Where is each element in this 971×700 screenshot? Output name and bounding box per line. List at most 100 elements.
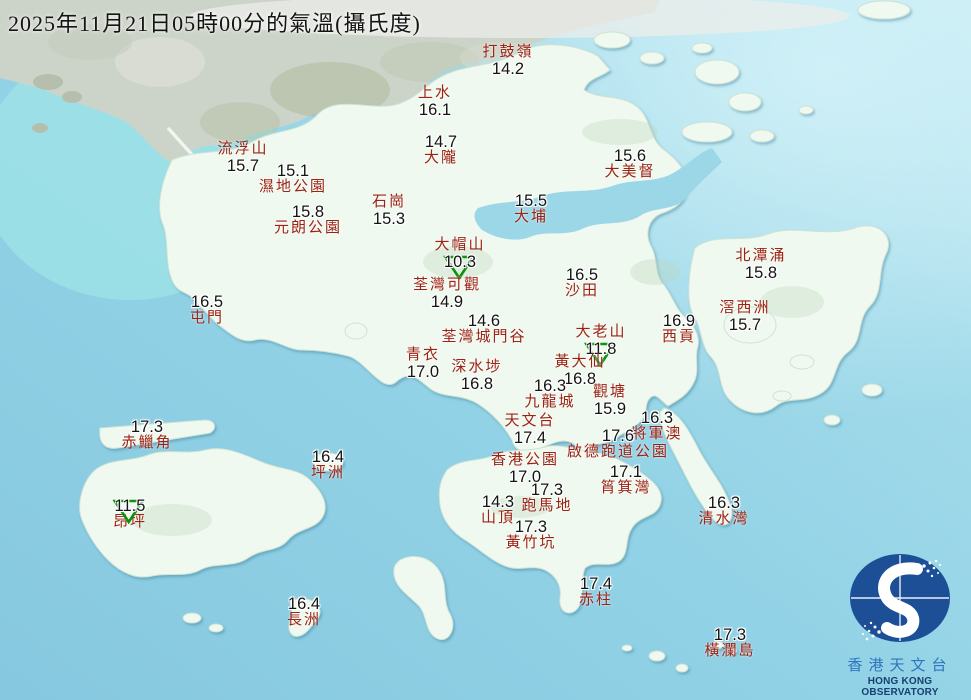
station-name-label: 石崗 xyxy=(371,194,407,210)
station-temperature-value: 14.7 xyxy=(424,133,458,151)
station-name-label: 西貢 xyxy=(661,329,697,346)
station-name-label: 九龍城 xyxy=(524,394,576,411)
weather-station: 天文台 17.4 xyxy=(504,413,555,447)
station-value-wrap: 16.4 xyxy=(311,448,345,466)
weather-station: 大帽山 10.3 xyxy=(434,237,486,280)
station-name-label: 觀塘 xyxy=(592,384,628,400)
station-value-wrap: 15.8 xyxy=(292,203,324,221)
station-temperature-value: 15.1 xyxy=(276,162,310,180)
station-name-label: 流浮山 xyxy=(217,141,269,157)
weather-station: 14.7 大隴 xyxy=(424,133,458,167)
station-name-label: 坪洲 xyxy=(310,465,346,482)
station-name-label: 屯門 xyxy=(189,310,225,327)
weather-station: 15.1 濕地公園 xyxy=(259,162,327,196)
weather-station: 15.5 大埔 xyxy=(514,192,548,226)
station-temperature-value: 15.7 xyxy=(728,315,762,334)
station-temperature-value: 17.3 xyxy=(514,518,548,536)
station-name-label: 深水埗 xyxy=(451,359,503,375)
weather-station: 17.3 橫瀾島 xyxy=(704,626,756,660)
station-temperature-value: 16.9 xyxy=(662,312,696,330)
station-name-label: 北潭涌 xyxy=(735,248,787,264)
station-value-wrap: 17.6 xyxy=(601,427,635,445)
weather-station: 青衣 17.0 xyxy=(406,347,440,381)
station-temperature-value: 16.8 xyxy=(460,374,494,393)
station-name-label: 赤柱 xyxy=(578,592,614,609)
weather-station: 荃灣可觀 14.9 xyxy=(412,277,482,311)
station-temperature-value: 16.5 xyxy=(565,266,599,284)
station-name-label: 啟德跑道公園 xyxy=(566,444,670,461)
station-value-wrap: 14.2 xyxy=(492,60,524,78)
weather-station: 16.4 長洲 xyxy=(286,595,322,629)
station-value-wrap: 17.1 xyxy=(609,463,643,481)
station-name-label: 清水灣 xyxy=(698,511,750,528)
weather-station: 15.8 元朗公園 xyxy=(273,203,343,237)
station-name-label: 大帽山 xyxy=(434,237,486,253)
weather-station: 觀塘 15.9 xyxy=(592,384,628,418)
station-value-wrap: 14.9 xyxy=(431,293,463,311)
weather-station: 打鼓嶺 14.2 xyxy=(482,44,534,78)
weather-station: 17.6 啟德跑道公園 xyxy=(566,427,670,461)
station-value-wrap: 16.1 xyxy=(418,100,452,119)
station-temperature-value: 16.4 xyxy=(287,595,321,613)
station-value-wrap: 11.5 xyxy=(112,497,146,524)
hko-logo-chinese-name: 香港天文台 xyxy=(847,658,953,674)
station-name-label: 赤鱲角 xyxy=(121,435,173,452)
station-temperature-value: 15.6 xyxy=(613,147,647,165)
station-temperature-value: 16.3 xyxy=(533,377,567,395)
station-temperature-value: 17.4 xyxy=(579,575,613,593)
station-temperature-value: 11.5 xyxy=(114,497,146,515)
weather-station: 17.1 筲箕灣 xyxy=(600,463,651,497)
station-value-wrap: 16.9 xyxy=(662,312,696,330)
station-value-wrap: 14.6 xyxy=(467,312,501,330)
station-temperature-value: 16.5 xyxy=(190,293,224,311)
station-value-wrap: 17.0 xyxy=(406,362,440,381)
weather-station: 16.9 西貢 xyxy=(661,312,697,346)
station-value-wrap: 16.3 xyxy=(707,494,741,512)
station-value-wrap: 14.3 xyxy=(482,493,514,511)
weather-station: 大老山 11.8 xyxy=(575,324,627,367)
station-name-label: 荃灣可觀 xyxy=(412,277,482,293)
station-name-label: 打鼓嶺 xyxy=(482,44,534,60)
station-name-label: 黃大仙 xyxy=(554,354,606,370)
station-temperature-value: 15.5 xyxy=(514,192,548,210)
station-temperature-value: 15.9 xyxy=(593,399,627,418)
station-name-label: 元朗公園 xyxy=(273,220,343,237)
weather-station: 上水 16.1 xyxy=(417,85,453,119)
hko-logo: 香港天文台 HONG KONG OBSERVATORY xyxy=(832,552,968,698)
weather-station: 17.3 赤鱲角 xyxy=(121,418,173,452)
station-temperature-value: 17.0 xyxy=(406,362,440,381)
station-name-label: 大老山 xyxy=(575,324,627,340)
station-temperature-value: 17.6 xyxy=(601,427,635,445)
hko-logo-english-name: HONG KONG OBSERVATORY xyxy=(861,676,939,698)
weather-station: 北潭涌 15.8 xyxy=(735,248,787,282)
station-name-label: 黃竹坑 xyxy=(505,535,557,552)
station-name-label: 大美督 xyxy=(604,164,656,181)
station-value-wrap: 17.4 xyxy=(579,575,613,593)
station-value-wrap: 15.8 xyxy=(745,264,777,282)
station-value-wrap: 16.5 xyxy=(190,293,224,311)
station-value-wrap: 17.3 xyxy=(714,626,746,644)
station-value-wrap: 15.7 xyxy=(728,315,762,334)
station-temperature-value: 16.4 xyxy=(311,448,345,466)
station-name-label: 長洲 xyxy=(286,612,322,629)
station-name-label: 上水 xyxy=(417,85,453,101)
station-value-wrap: 15.7 xyxy=(227,157,259,175)
temperature-map-screen: 2025年11月21日05時00分的氣溫(攝氏度) 打鼓嶺 14.2 上水 16.1 1… xyxy=(0,0,971,700)
station-value-wrap: 15.5 xyxy=(514,192,548,210)
station-temperature-value: 17.4 xyxy=(513,428,547,447)
station-value-wrap: 17.3 xyxy=(514,518,548,536)
station-temperature-value: 16.1 xyxy=(418,100,452,119)
station-temperature-value: 15.3 xyxy=(372,209,406,228)
weather-station: 17.4 赤柱 xyxy=(578,575,614,609)
station-name-label: 橫瀾島 xyxy=(704,643,756,660)
station-temperature-value: 17.3 xyxy=(530,481,564,499)
station-value-wrap: 16.8 xyxy=(460,374,494,393)
station-temperature-value: 17.1 xyxy=(609,463,643,481)
station-value-wrap: 17.3 xyxy=(131,418,163,436)
weather-station: 石崗 15.3 xyxy=(371,194,407,228)
stations-layer: 打鼓嶺 14.2 上水 16.1 14.7 大隴 流浮山 15.7 15.6 大美督 15.1 濕地公… xyxy=(0,0,971,700)
station-value-wrap: 16.4 xyxy=(287,595,321,613)
station-temperature-value: 16.3 xyxy=(707,494,741,512)
station-temperature-value: 14.6 xyxy=(467,312,501,330)
station-name-label: 沙田 xyxy=(564,283,600,300)
